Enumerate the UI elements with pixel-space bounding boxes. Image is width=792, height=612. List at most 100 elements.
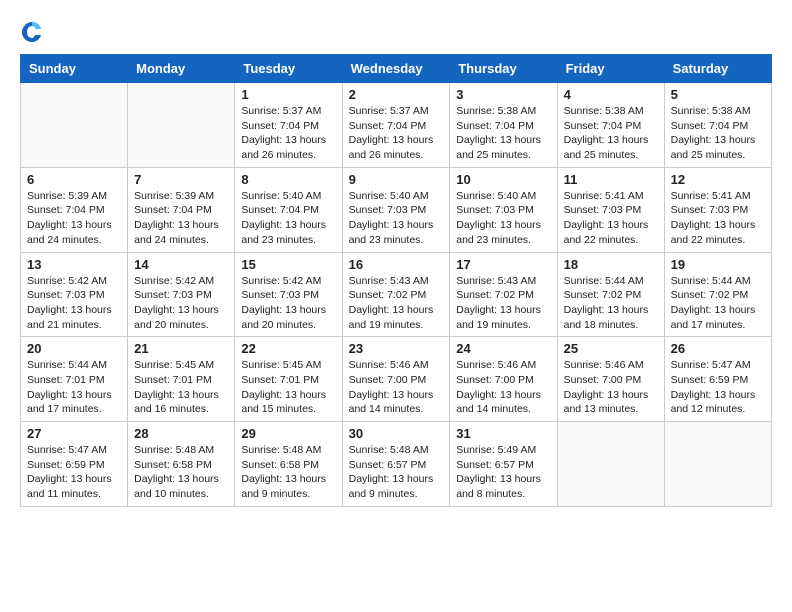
day-detail: Sunrise: 5:42 AMSunset: 7:03 PMDaylight:… bbox=[27, 274, 121, 333]
day-number: 31 bbox=[456, 426, 550, 441]
day-detail-line: Sunrise: 5:49 AM bbox=[456, 444, 536, 456]
day-number: 5 bbox=[671, 87, 765, 102]
day-number: 27 bbox=[27, 426, 121, 441]
day-detail-line: Daylight: 13 hours and 20 minutes. bbox=[241, 304, 326, 331]
calendar-week-row: 27Sunrise: 5:47 AMSunset: 6:59 PMDayligh… bbox=[21, 422, 772, 507]
day-detail: Sunrise: 5:37 AMSunset: 7:04 PMDaylight:… bbox=[241, 104, 335, 163]
day-number: 22 bbox=[241, 341, 335, 356]
day-number: 28 bbox=[134, 426, 228, 441]
day-detail-line: Sunset: 7:00 PM bbox=[349, 374, 427, 386]
day-detail: Sunrise: 5:41 AM Sunset: 7:03 PM Daylight:… bbox=[671, 189, 765, 248]
day-detail-line: Daylight: 13 hours and 21 minutes. bbox=[27, 304, 112, 331]
day-detail-line: Sunrise: 5:37 AM bbox=[349, 105, 429, 117]
weekday-header-saturday: Saturday bbox=[664, 55, 771, 83]
day-detail-line: Sunrise: 5:48 AM bbox=[349, 444, 429, 456]
day-detail-line: Daylight: 13 hours and 20 minutes. bbox=[134, 304, 219, 331]
calendar-cell: 15Sunrise: 5:42 AMSunset: 7:03 PMDayligh… bbox=[235, 252, 342, 337]
calendar-cell bbox=[128, 83, 235, 168]
day-detail-line: Sunset: 7:03 PM bbox=[671, 204, 749, 216]
calendar-cell: 23Sunrise: 5:46 AMSunset: 7:00 PMDayligh… bbox=[342, 337, 450, 422]
day-detail: Sunrise: 5:48 AMSunset: 6:57 PMDaylight:… bbox=[349, 443, 444, 502]
day-detail-line: Daylight: 13 hours and 24 minutes. bbox=[134, 219, 219, 246]
calendar-cell: 5Sunrise: 5:38 AMSunset: 7:04 PMDaylight… bbox=[664, 83, 771, 168]
day-detail: Sunrise: 5:38 AMSunset: 7:04 PMDaylight:… bbox=[456, 104, 550, 163]
day-detail-line: Sunset: 7:02 PM bbox=[671, 289, 749, 301]
day-detail-line: Daylight: 13 hours and 14 minutes. bbox=[349, 389, 434, 416]
day-number: 23 bbox=[349, 341, 444, 356]
calendar-cell: 29Sunrise: 5:48 AMSunset: 6:58 PMDayligh… bbox=[235, 422, 342, 507]
day-detail-line: Daylight: 13 hours and 22 minutes. bbox=[564, 219, 649, 246]
day-detail-line: Sunset: 6:59 PM bbox=[671, 374, 749, 386]
calendar-table: SundayMondayTuesdayWednesdayThursdayFrid… bbox=[20, 54, 772, 507]
day-number: 8 bbox=[241, 172, 335, 187]
day-number: 16 bbox=[349, 257, 444, 272]
day-detail-line: Daylight: 13 hours and 12 minutes. bbox=[671, 389, 756, 416]
day-detail-line: Daylight: 13 hours and 25 minutes. bbox=[671, 134, 756, 161]
day-detail-line: Daylight: 13 hours and 17 minutes. bbox=[27, 389, 112, 416]
calendar-cell: 9Sunrise: 5:40 AMSunset: 7:03 PMDaylight… bbox=[342, 167, 450, 252]
day-detail-line: Sunrise: 5:40 AM bbox=[241, 190, 321, 202]
day-detail: Sunrise: 5:44 AM Sunset: 7:02 PM Daylight:… bbox=[671, 274, 765, 333]
day-detail-line: Daylight: 13 hours and 23 minutes. bbox=[241, 219, 326, 246]
day-number: 25 bbox=[564, 341, 658, 356]
calendar-cell: 11Sunrise: 5:41 AMSunset: 7:03 PMDayligh… bbox=[557, 167, 664, 252]
day-detail-line: Sunrise: 5:44 AM bbox=[671, 275, 751, 287]
day-detail-line: Daylight: 13 hours and 17 minutes. bbox=[671, 304, 756, 331]
page-header bbox=[20, 20, 772, 44]
day-detail: Sunrise: 5:42 AM Sunset: 7:03 PM Daylight:… bbox=[134, 274, 228, 333]
day-detail: Sunrise: 5:37 AMSunset: 7:04 PMDaylight:… bbox=[349, 104, 444, 163]
day-number: 2 bbox=[349, 87, 444, 102]
calendar-cell: 20Sunrise: 5:44 AMSunset: 7:01 PMDayligh… bbox=[21, 337, 128, 422]
day-detail-line: Sunset: 7:03 PM bbox=[349, 204, 427, 216]
day-detail: Sunrise: 5:39 AMSunset: 7:04 PMDaylight:… bbox=[134, 189, 228, 248]
calendar-cell: 14 Sunrise: 5:42 AM Sunset: 7:03 PM Dayligh… bbox=[128, 252, 235, 337]
day-detail-line: Daylight: 13 hours and 9 minutes. bbox=[241, 473, 326, 500]
day-detail: Sunrise: 5:39 AMSunset: 7:04 PMDaylight:… bbox=[27, 189, 121, 248]
weekday-header-monday: Monday bbox=[128, 55, 235, 83]
calendar-cell: 10Sunrise: 5:40 AMSunset: 7:03 PMDayligh… bbox=[450, 167, 557, 252]
calendar-cell: 25Sunrise: 5:46 AMSunset: 7:00 PMDayligh… bbox=[557, 337, 664, 422]
day-detail-line: Daylight: 13 hours and 22 minutes. bbox=[671, 219, 756, 246]
day-detail-line: Sunrise: 5:42 AM bbox=[241, 275, 321, 287]
day-detail-line: Sunset: 7:01 PM bbox=[27, 374, 105, 386]
day-number: 14 bbox=[134, 257, 228, 272]
day-detail-line: Daylight: 13 hours and 25 minutes. bbox=[564, 134, 649, 161]
logo bbox=[20, 20, 48, 44]
day-number: 13 bbox=[27, 257, 121, 272]
day-number: 21 bbox=[134, 341, 228, 356]
calendar-cell: 26 Sunrise: 5:47 AM Sunset: 6:59 PM Dayligh… bbox=[664, 337, 771, 422]
calendar-cell: 12Sunrise: 5:41 AMSunset: 7:03 PMDayligh… bbox=[664, 167, 771, 252]
day-detail-line: Sunset: 7:03 PM bbox=[27, 289, 105, 301]
day-detail-line: Sunrise: 5:42 AM bbox=[134, 275, 214, 287]
day-detail: Sunrise: 5:48 AMSunset: 6:58 PMDaylight:… bbox=[134, 443, 228, 502]
day-detail-line: Sunrise: 5:38 AM bbox=[456, 105, 536, 117]
day-detail: Sunrise: 5:40 AMSunset: 7:03 PMDaylight:… bbox=[456, 189, 550, 248]
calendar-week-row: 1Sunrise: 5:37 AMSunset: 7:04 PMDaylight… bbox=[21, 83, 772, 168]
day-detail-line: Sunset: 7:02 PM bbox=[564, 289, 642, 301]
day-detail-line: Sunrise: 5:48 AM bbox=[241, 444, 321, 456]
calendar-week-row: 6Sunrise: 5:39 AMSunset: 7:04 PMDaylight… bbox=[21, 167, 772, 252]
calendar-cell: 21 Sunrise: 5:45 AMSunset: 7:01 PMDayligh… bbox=[128, 337, 235, 422]
day-detail: Sunrise: 5:44 AMSunset: 7:01 PMDaylight:… bbox=[27, 358, 121, 417]
day-detail-line: Sunset: 6:58 PM bbox=[134, 459, 212, 471]
calendar-cell: 27Sunrise: 5:47 AMSunset: 6:59 PMDayligh… bbox=[21, 422, 128, 507]
day-number: 26 bbox=[671, 341, 765, 356]
day-detail-line: Daylight: 13 hours and 9 minutes. bbox=[349, 473, 434, 500]
day-number: 1 bbox=[241, 87, 335, 102]
day-detail-line: Sunrise: 5:48 AM bbox=[134, 444, 214, 456]
day-detail-line: Daylight: 13 hours and 19 minutes. bbox=[349, 304, 434, 331]
weekday-header-thursday: Thursday bbox=[450, 55, 557, 83]
day-detail-line: Sunset: 7:04 PM bbox=[456, 120, 534, 132]
day-detail-line: Sunrise: 5:39 AM bbox=[134, 190, 214, 202]
day-number: 30 bbox=[349, 426, 444, 441]
day-detail-line: Sunrise: 5:39 AM bbox=[27, 190, 107, 202]
day-detail-line: Sunrise: 5:47 AM bbox=[671, 359, 751, 371]
day-detail-line: Sunrise: 5:44 AM bbox=[564, 275, 644, 287]
day-detail-line: Sunset: 7:03 PM bbox=[134, 289, 212, 301]
day-detail-line: Sunrise: 5:41 AM bbox=[671, 190, 751, 202]
day-detail: Sunrise: 5:45 AMSunset: 7:01 PMDaylight:… bbox=[134, 358, 228, 417]
day-detail-line: Daylight: 13 hours and 23 minutes. bbox=[349, 219, 434, 246]
weekday-header-wednesday: Wednesday bbox=[342, 55, 450, 83]
calendar-cell: 4Sunrise: 5:38 AMSunset: 7:04 PMDaylight… bbox=[557, 83, 664, 168]
day-detail-line: Sunset: 7:03 PM bbox=[241, 289, 319, 301]
